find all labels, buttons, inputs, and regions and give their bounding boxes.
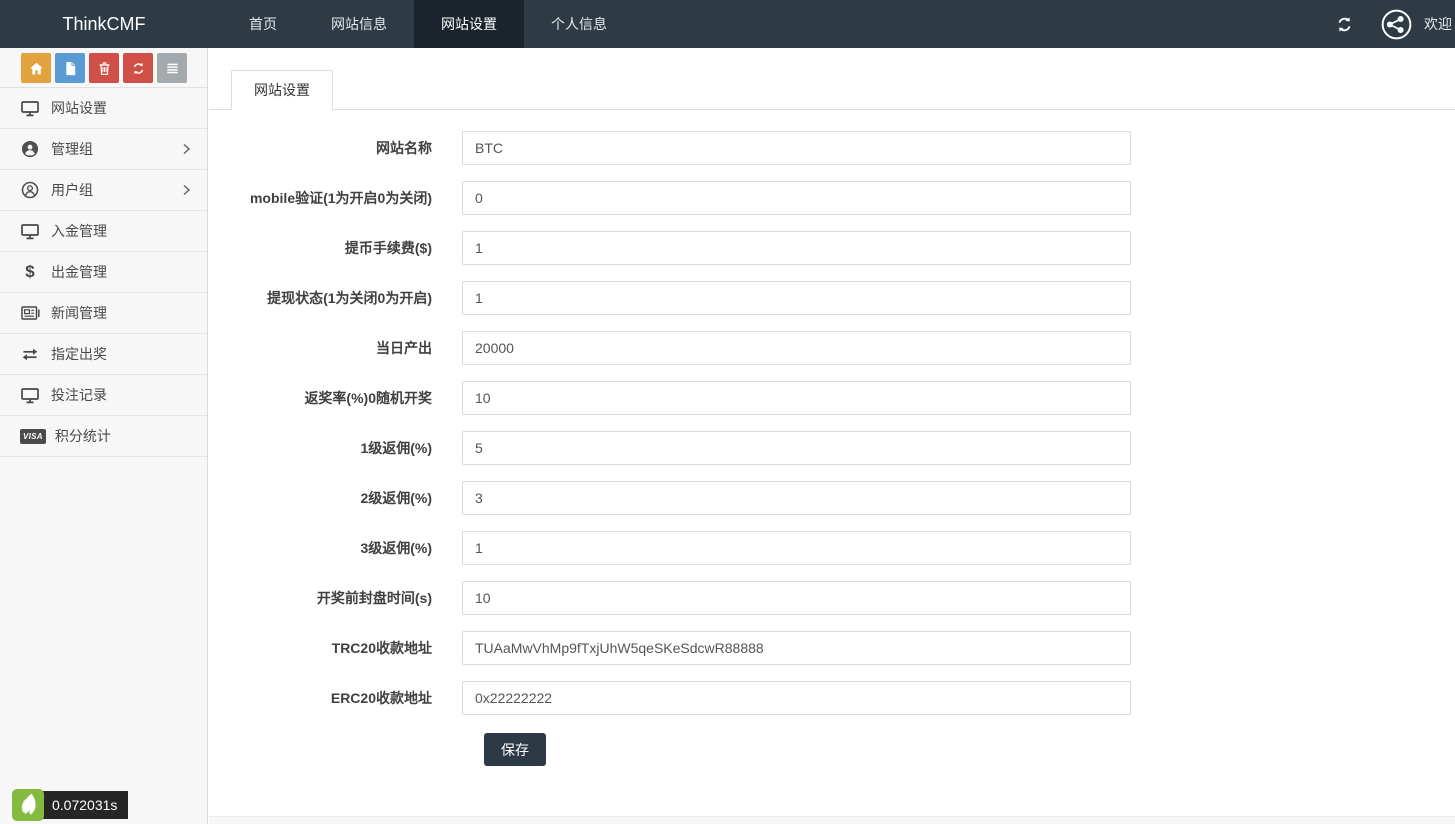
field-label: 网站名称 bbox=[376, 140, 432, 156]
topbar-right: 欢迎 bbox=[1335, 0, 1452, 48]
withdraw-fee-input[interactable] bbox=[462, 231, 1131, 265]
nav-item-profile[interactable]: 个人信息 bbox=[524, 0, 634, 48]
field-label: 1级返佣(%) bbox=[360, 440, 432, 456]
welcome-text: 欢迎 bbox=[1424, 16, 1452, 32]
level1-rebate-input[interactable] bbox=[462, 431, 1131, 465]
form-row: 提币手续费($) bbox=[231, 231, 1455, 265]
field-label: 开奖前封盘时间(s) bbox=[316, 590, 432, 606]
sidebar-item-label: 管理组 bbox=[51, 141, 93, 157]
user-outline-icon bbox=[20, 181, 40, 199]
sidebar-item-label: 用户组 bbox=[51, 182, 93, 198]
network-share-icon[interactable] bbox=[1381, 9, 1412, 40]
form-row: 2级返佣(%) bbox=[231, 481, 1455, 515]
sidebar: 网站设置 管理组 用户组 入金管理 $ 出金管理 新闻管理 指定出奖 投注记录 … bbox=[0, 48, 208, 824]
sidebar-item-bet-records[interactable]: 投注记录 bbox=[0, 375, 207, 416]
form-row: 3级返佣(%) bbox=[231, 531, 1455, 565]
save-button[interactable]: 保存 bbox=[484, 733, 546, 766]
nav-item-site-settings[interactable]: 网站设置 bbox=[414, 0, 524, 48]
file-icon[interactable] bbox=[55, 53, 85, 83]
dollar-icon: $ bbox=[25, 262, 35, 281]
monitor-icon bbox=[20, 223, 40, 240]
sidebar-item-label: 入金管理 bbox=[51, 223, 107, 239]
lock-time-input[interactable] bbox=[462, 581, 1131, 615]
site-name-input[interactable] bbox=[462, 131, 1131, 165]
user-filled-icon bbox=[20, 140, 40, 158]
field-label: 提现状态(1为关闭0为开启) bbox=[267, 290, 432, 306]
field-label: mobile验证(1为开启0为关闭) bbox=[249, 190, 432, 206]
brand-logo[interactable]: ThinkCMF bbox=[0, 0, 208, 48]
sidebar-item-deposit[interactable]: 入金管理 bbox=[0, 211, 207, 252]
recycle-icon[interactable] bbox=[123, 53, 153, 83]
field-label: 返奖率(%)0随机开奖 bbox=[304, 390, 432, 406]
home-icon[interactable] bbox=[21, 53, 51, 83]
sidebar-item-withdraw[interactable]: $ 出金管理 bbox=[0, 252, 207, 293]
sidebar-menu: 网站设置 管理组 用户组 入金管理 $ 出金管理 新闻管理 指定出奖 投注记录 … bbox=[0, 88, 207, 457]
form-row: ERC20收款地址 bbox=[231, 681, 1455, 715]
thinkphp-leaf-icon bbox=[12, 789, 44, 821]
monitor-icon bbox=[20, 100, 40, 117]
mobile-verify-input[interactable] bbox=[462, 181, 1131, 215]
nav-item-site-info[interactable]: 网站信息 bbox=[304, 0, 414, 48]
form-row: 提现状态(1为关闭0为开启) bbox=[231, 281, 1455, 315]
sidebar-item-assign-prize[interactable]: 指定出奖 bbox=[0, 334, 207, 375]
tab-site-settings[interactable]: 网站设置 bbox=[231, 70, 333, 110]
tab-bar: 网站设置 bbox=[209, 70, 1455, 110]
exec-time-badge: 0.072031s bbox=[39, 791, 129, 819]
sidebar-item-news[interactable]: 新闻管理 bbox=[0, 293, 207, 334]
sidebar-toolbar bbox=[0, 48, 207, 88]
sidebar-item-label: 出金管理 bbox=[51, 264, 107, 280]
sidebar-item-label: 新闻管理 bbox=[51, 305, 107, 321]
form-row: 网站名称 bbox=[231, 131, 1455, 165]
withdraw-status-input[interactable] bbox=[462, 281, 1131, 315]
newspaper-icon bbox=[20, 305, 40, 321]
topbar: ThinkCMF 首页 网站信息 网站设置 个人信息 欢迎 bbox=[0, 0, 1455, 48]
field-label: 2级返佣(%) bbox=[360, 490, 432, 506]
trc20-address-input[interactable] bbox=[462, 631, 1131, 665]
chevron-right-icon bbox=[182, 184, 191, 196]
payout-rate-input[interactable] bbox=[462, 381, 1131, 415]
field-label: 当日产出 bbox=[376, 340, 432, 356]
exchange-arrows-icon bbox=[20, 347, 40, 362]
monitor-icon bbox=[20, 387, 40, 404]
nav-item-home[interactable]: 首页 bbox=[222, 0, 304, 48]
visa-icon: VISA bbox=[20, 428, 46, 444]
form-row: 开奖前封盘时间(s) bbox=[231, 581, 1455, 615]
refresh-icon[interactable] bbox=[1335, 15, 1354, 34]
list-icon[interactable] bbox=[157, 53, 187, 83]
sidebar-item-user-group[interactable]: 用户组 bbox=[0, 170, 207, 211]
field-label: 3级返佣(%) bbox=[360, 540, 432, 556]
sidebar-item-admin-group[interactable]: 管理组 bbox=[0, 129, 207, 170]
form-row: 1级返佣(%) bbox=[231, 431, 1455, 465]
sidebar-item-label: 网站设置 bbox=[51, 100, 107, 116]
sidebar-item-label: 积分统计 bbox=[54, 428, 111, 444]
settings-form: 网站名称 mobile验证(1为开启0为关闭) 提币手续费($) 提现状态(1为… bbox=[209, 131, 1455, 766]
field-label: TRC20收款地址 bbox=[331, 640, 432, 656]
daily-output-input[interactable] bbox=[462, 331, 1131, 365]
top-nav: 首页 网站信息 网站设置 个人信息 bbox=[222, 0, 634, 48]
sidebar-item-label: 投注记录 bbox=[51, 387, 107, 403]
form-row: 当日产出 bbox=[231, 331, 1455, 365]
form-row: 返奖率(%)0随机开奖 bbox=[231, 381, 1455, 415]
field-label: 提币手续费($) bbox=[344, 240, 432, 256]
level3-rebate-input[interactable] bbox=[462, 531, 1131, 565]
main-content: 网站设置 网站名称 mobile验证(1为开启0为关闭) 提币手续费($) 提现… bbox=[209, 48, 1455, 824]
level2-rebate-input[interactable] bbox=[462, 481, 1131, 515]
field-label: ERC20收款地址 bbox=[330, 690, 432, 706]
sidebar-item-points-stats[interactable]: VISA 积分统计 bbox=[0, 416, 207, 457]
form-row: mobile验证(1为开启0为关闭) bbox=[231, 181, 1455, 215]
content-bottom-strip bbox=[209, 816, 1455, 824]
erc20-address-input[interactable] bbox=[462, 681, 1131, 715]
chevron-right-icon bbox=[182, 143, 191, 155]
sidebar-footer: 0.072031s bbox=[12, 789, 129, 821]
form-row: TRC20收款地址 bbox=[231, 631, 1455, 665]
sidebar-item-label: 指定出奖 bbox=[51, 346, 107, 362]
trash-icon[interactable] bbox=[89, 53, 119, 83]
save-row: 保存 bbox=[231, 733, 1455, 766]
sidebar-item-site-settings[interactable]: 网站设置 bbox=[0, 88, 207, 129]
